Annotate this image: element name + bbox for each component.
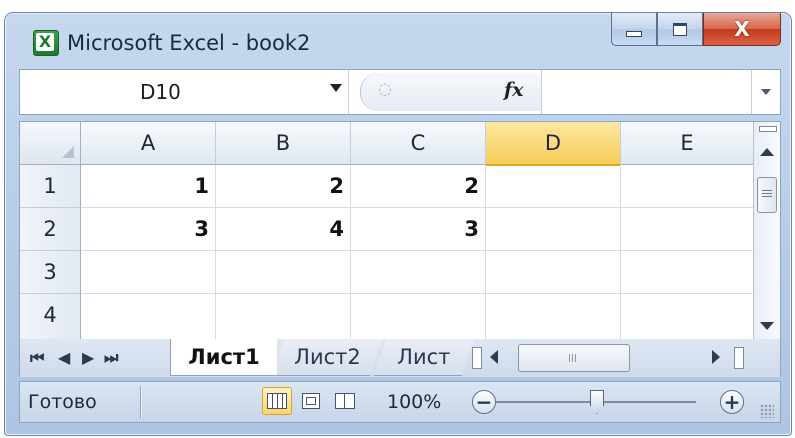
cell-b1[interactable]: 2 [216,165,351,208]
minimize-button[interactable] [611,13,657,46]
cell-a3[interactable] [81,251,216,294]
cell-e2[interactable] [621,208,754,251]
sheet-tab-3-label: Лист [397,345,451,369]
cell-a4[interactable] [81,294,216,340]
cell-b4[interactable] [216,294,351,340]
cell-e3[interactable] [621,251,754,294]
title-bar[interactable]: X Microsoft Excel - book2 X [5,13,791,69]
cell-a2[interactable]: 3 [81,208,216,251]
zoom-slider-thumb[interactable] [590,390,604,414]
scroll-up-icon[interactable] [760,148,774,156]
next-sheet-icon[interactable]: ▶ [82,350,94,366]
worksheet-grid[interactable]: A B C D E 1 2 3 4 1 2 2 3 4 3 [19,121,781,341]
scroll-right-icon[interactable] [712,350,720,364]
zoom-out-button[interactable]: − [472,390,496,414]
formula-bar: D10 ◌ fx [19,69,781,115]
formula-cancel-icon[interactable]: ◌ [378,80,392,98]
cell-c2[interactable]: 3 [351,208,486,251]
maximize-button[interactable] [657,13,703,46]
fx-label: fx [504,79,524,101]
row-header-2[interactable]: 2 [20,208,81,251]
minimize-icon [626,31,642,37]
status-ready-text: Готово [28,391,97,413]
column-header-e[interactable]: E [621,122,754,165]
column-header-d[interactable]: D [486,122,621,166]
cell-e4[interactable] [621,294,754,340]
cell-d4[interactable] [486,294,621,340]
close-icon: X [734,17,750,41]
sheet-tab-1-label: Лист1 [188,345,260,369]
horizontal-scroll-thumb[interactable] [518,344,630,372]
chevron-down-icon[interactable] [330,84,342,92]
cell-d3[interactable] [486,251,621,294]
row-header-3[interactable]: 3 [20,251,81,294]
cell-d2[interactable] [486,208,621,251]
grip-icon [569,354,570,362]
close-button[interactable]: X [703,13,781,46]
cell-b2[interactable]: 4 [216,208,351,251]
sheet-tab-3[interactable]: Лист [373,339,475,376]
cell-d1[interactable] [486,165,621,208]
chevron-down-icon [761,89,771,95]
vertical-scrollbar[interactable] [753,122,780,340]
excel-logo-letter: X [36,33,54,51]
tab-split-handle[interactable] [472,347,482,369]
page-layout-icon [302,393,320,409]
column-header-b[interactable]: B [216,122,351,165]
maximize-icon [673,22,687,36]
zoom-in-button[interactable]: + [720,390,744,414]
select-all-icon [62,146,74,158]
normal-view-icon [267,393,287,409]
vertical-scroll-thumb[interactable] [757,177,777,213]
last-sheet-icon[interactable]: ⏭ [104,350,118,366]
cell-c3[interactable] [351,251,486,294]
name-box[interactable]: D10 [20,70,349,114]
status-divider [140,386,141,418]
vertical-split-handle[interactable] [759,126,777,132]
sheet-tabs-bar: ⏮ ◀ ▶ ⏭ Лист Лист2 Лист1 [19,339,781,377]
status-bar: Готово 100% − + [19,381,781,423]
column-header-a[interactable]: A [81,122,216,165]
cell-b3[interactable] [216,251,351,294]
page-layout-view-button[interactable] [296,387,326,415]
name-box-value: D10 [140,80,181,104]
column-header-c[interactable]: C [351,122,486,165]
excel-app-icon[interactable]: X [33,30,59,56]
first-sheet-icon[interactable]: ⏮ [30,350,44,366]
select-all-corner[interactable] [20,122,81,165]
cell-c1[interactable]: 2 [351,165,486,208]
prev-sheet-icon[interactable]: ◀ [58,350,70,366]
resize-grip-icon[interactable] [760,404,774,418]
row-header-4[interactable]: 4 [20,294,81,341]
sheet-tab-2-label: Лист2 [293,345,361,369]
scroll-down-icon[interactable] [760,322,774,330]
scroll-left-icon[interactable] [490,350,498,364]
horizontal-split-handle[interactable] [734,347,744,369]
sheet-tab-1[interactable]: Лист1 [170,339,277,376]
cell-a1[interactable]: 1 [81,165,216,208]
sheet-tab-2[interactable]: Лист2 [271,339,383,376]
row-header-1[interactable]: 1 [20,165,81,208]
insert-function-icon[interactable]: fx [504,78,524,102]
cell-e1[interactable] [621,165,754,208]
cell-c4[interactable] [351,294,486,340]
formula-input[interactable] [541,70,752,114]
grip-icon [762,190,772,191]
expand-formula-bar-button[interactable] [751,70,780,114]
page-break-icon [335,393,355,409]
page-break-preview-button[interactable] [330,387,360,415]
caption-buttons: X [611,13,781,53]
normal-view-button[interactable] [262,387,292,415]
window-title: Microsoft Excel - book2 [67,31,311,55]
zoom-level[interactable]: 100% [387,390,441,414]
excel-window: X Microsoft Excel - book2 X D10 ◌ fx A B… [4,12,792,436]
